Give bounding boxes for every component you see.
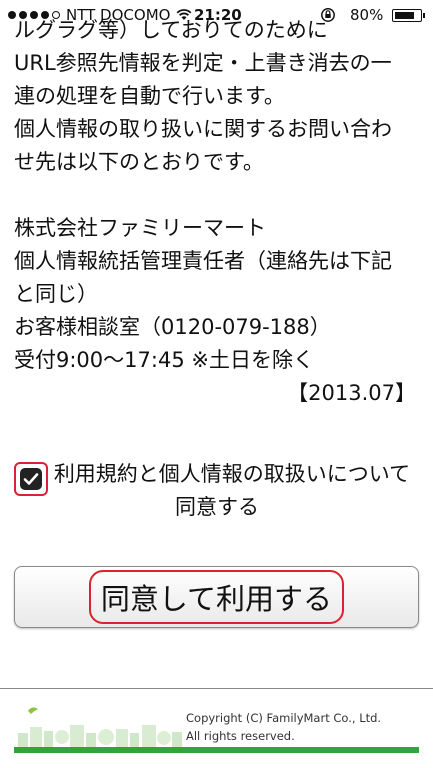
policy-line: 個人情報の取り扱いに関するお問い合わ — [14, 117, 392, 141]
policy-line: せ先は以下のとおりです。 — [14, 150, 264, 174]
business-hours: 受付9:00〜17:45 ※土日を除く — [14, 348, 314, 372]
agree-button-label: 同意して利用する — [88, 570, 345, 624]
agree-label-line2: 同意する — [175, 495, 259, 519]
partial-text-line: ルグラグ等）しておりてのために — [14, 18, 328, 42]
policy-date: 【2013.07】 — [287, 381, 416, 405]
footer-accent-bar — [14, 747, 419, 753]
footer: Copyright (C) FamilyMart Co., Ltd. All r… — [0, 689, 433, 768]
agree-and-use-button[interactable]: 同意して利用する — [14, 566, 419, 628]
copyright-line1: Copyright (C) FamilyMart Co., Ltd. — [186, 711, 382, 725]
checkmark-icon — [20, 468, 42, 490]
policy-line: 個人情報統括管理責任者（連絡先は下記 — [14, 249, 392, 273]
town-illustration-icon — [18, 707, 182, 747]
policy-line: 連の処理を自動で行います。 — [14, 84, 285, 108]
copyright: Copyright (C) FamilyMart Co., Ltd. All r… — [186, 709, 381, 745]
agree-checkbox[interactable] — [14, 462, 48, 496]
agree-checkbox-row[interactable]: 利用規約と個人情報の取扱いについて 同意する — [14, 458, 420, 524]
policy-line: URL参照先情報を判定・上書き消去の一 — [14, 51, 392, 75]
policy-line: と同じ） — [14, 282, 98, 306]
company-name: 株式会社ファミリーマート — [14, 216, 266, 240]
privacy-policy-text: ルグラグ等）しておりてのために URL参照先情報を判定・上書き消去の一 連の処理… — [14, 18, 420, 410]
copyright-line2: All rights reserved. — [186, 729, 295, 743]
contact-phone: お客様相談室（0120-079-188） — [14, 315, 331, 339]
agree-label: 利用規約と個人情報の取扱いについて — [53, 462, 411, 486]
